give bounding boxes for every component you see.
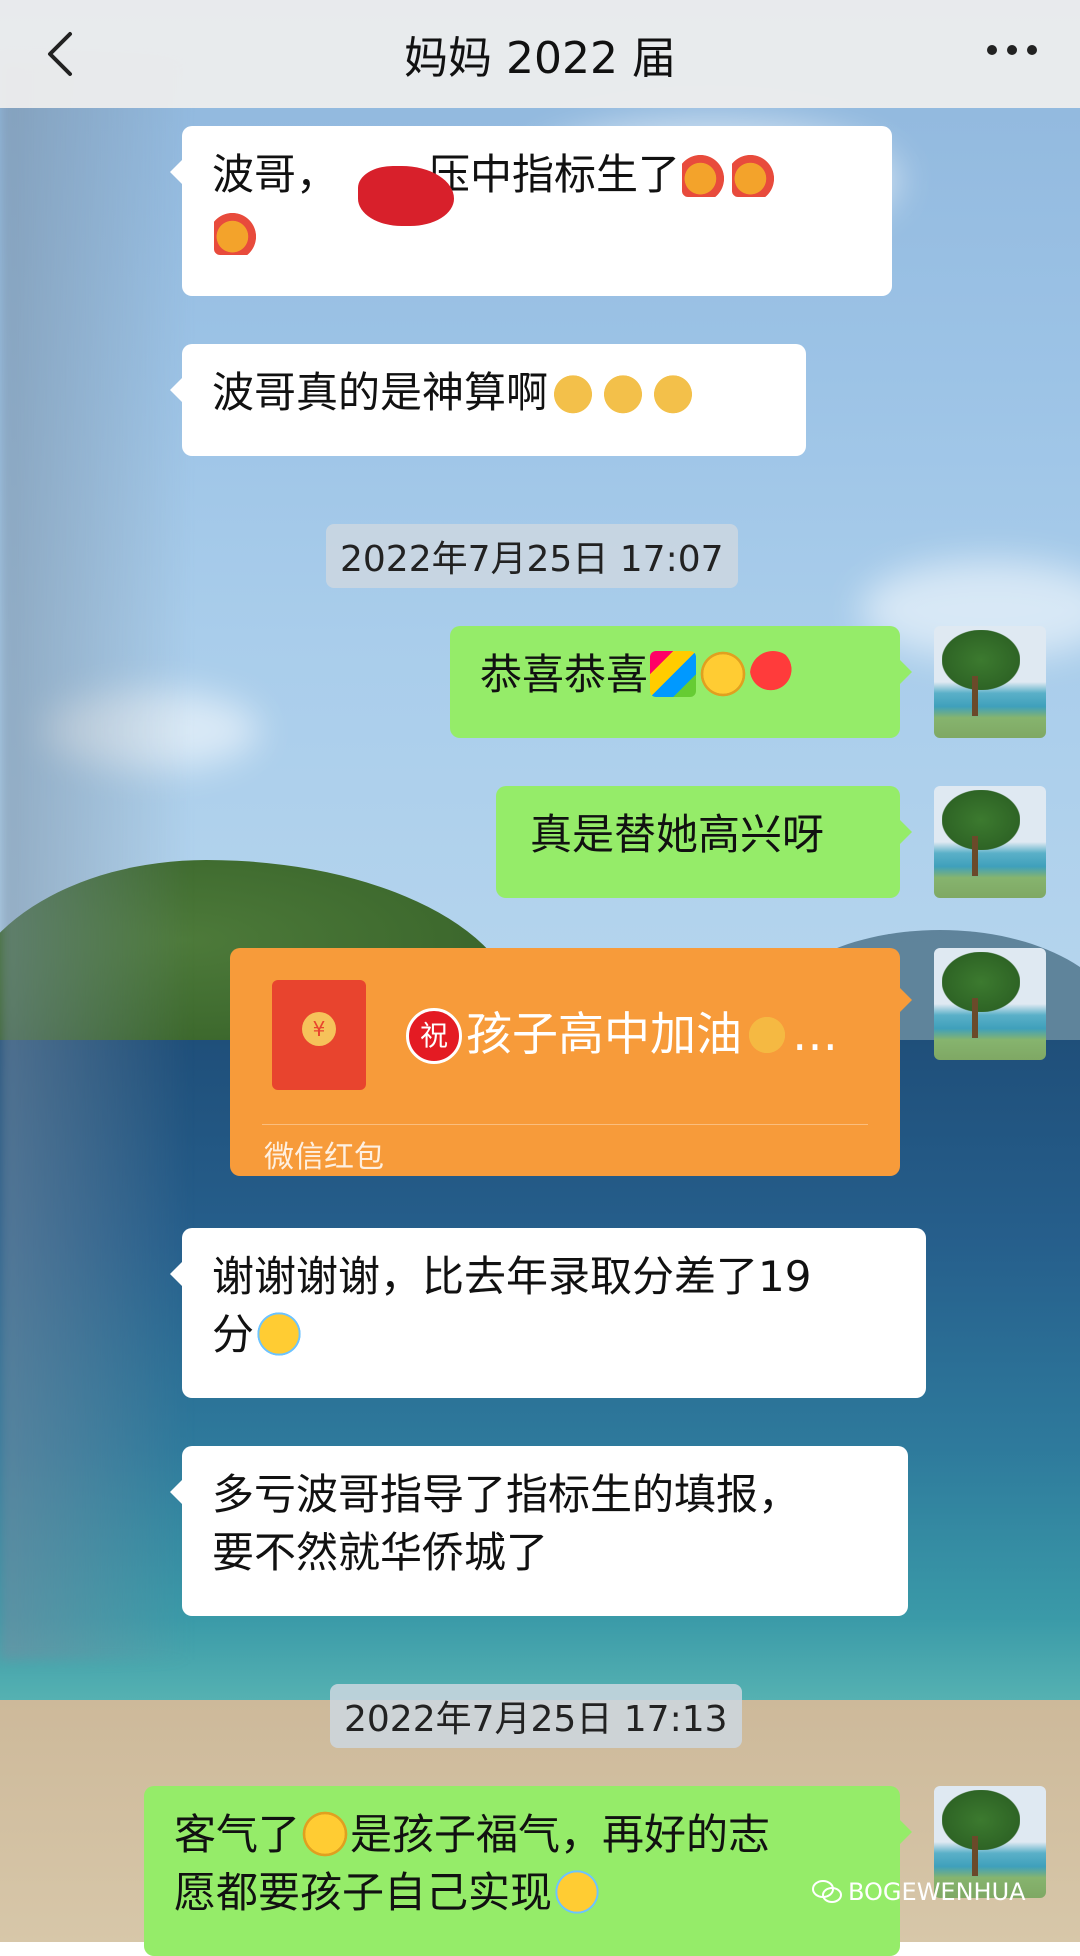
message-text: 真是替她高兴呀 <box>530 810 825 859</box>
avatar[interactable] <box>934 626 1046 738</box>
timestamp: 2022年7月25日 17:13 <box>330 1684 742 1748</box>
party-popper-icon <box>214 209 260 255</box>
avatar[interactable] <box>934 948 1046 1060</box>
red-packet-label: 微信红包 <box>264 1140 384 1175</box>
message-text: 压中指标生了 <box>428 150 681 199</box>
message-text: 是孩子福气，再好的志 <box>350 1810 771 1859</box>
avatar[interactable] <box>934 786 1046 898</box>
party-popper-icon <box>682 151 729 197</box>
timestamp: 2022年7月25日 17:07 <box>326 524 738 588</box>
message-bubble[interactable]: 客气了 是孩子福气，再好的志 愿都要孩子自己实现 <box>144 1786 912 1956</box>
tears-of-joy-icon <box>554 1869 601 1915</box>
message-bubble[interactable]: 谢谢谢谢，比去年录取分差了19 分 <box>170 1228 926 1398</box>
grinning-face-icon <box>302 1811 349 1857</box>
red-packet[interactable]: ¥ 祝 孩子高中加油… 微信红包 <box>230 948 912 1176</box>
confetti-ball-icon <box>650 651 697 697</box>
message-bubble[interactable]: 多亏波哥指导了指标生的填报， 要不然就华侨城了 <box>170 1446 908 1616</box>
message-text: 波哥真的是神算啊 <box>212 368 549 417</box>
message-bubble[interactable]: 恭喜恭喜 <box>450 626 912 738</box>
message-text: 客气了 <box>174 1810 301 1859</box>
message-text: 恭喜恭喜 <box>480 650 649 699</box>
message-text: 多亏波哥指导了指标生的填报， <box>212 1470 801 1519</box>
party-popper-icon <box>732 151 779 197</box>
watermark: BOGEWENHUA <box>812 1878 1026 1906</box>
grinning-face-icon <box>700 651 747 697</box>
divider <box>262 1124 868 1125</box>
thumbs-up-icon <box>600 369 647 415</box>
more-options-icon[interactable] <box>982 30 1042 70</box>
message-bubble[interactable]: 波哥， 压中指标生了 <box>170 126 892 296</box>
message-text: 愿都要孩子自己实现 <box>174 1868 553 1917</box>
chat-title: 妈妈 2022 届 <box>404 33 676 84</box>
message-bubble[interactable]: 真是替她高兴呀 <box>496 786 912 898</box>
balloon-icon <box>750 651 797 697</box>
message-bubble[interactable]: 波哥真的是神算啊 <box>170 344 806 456</box>
flexed-biceps-icon <box>744 1012 790 1058</box>
message-text: 要不然就华侨城了 <box>212 1528 549 1577</box>
message-text: 波哥， <box>212 150 339 199</box>
message-text: 谢谢谢谢，比去年录取分差了19 <box>212 1252 812 1301</box>
back-arrow-icon[interactable] <box>38 26 86 82</box>
blessing-badge: 祝 <box>406 1008 462 1064</box>
thumbs-up-icon <box>650 369 697 415</box>
chat-header: 妈妈 2022 届 <box>0 0 1080 108</box>
yuan-coin-icon: ¥ <box>302 1012 336 1046</box>
red-packet-message: 孩子高中加油… <box>466 1007 838 1061</box>
blurred-area <box>0 60 190 1660</box>
message-text: 分 <box>212 1310 255 1359</box>
tears-of-joy-icon <box>256 1311 303 1357</box>
thumbs-up-icon <box>550 369 597 415</box>
red-envelope-icon: ¥ <box>272 980 366 1090</box>
wechat-logo-icon <box>812 1880 842 1903</box>
